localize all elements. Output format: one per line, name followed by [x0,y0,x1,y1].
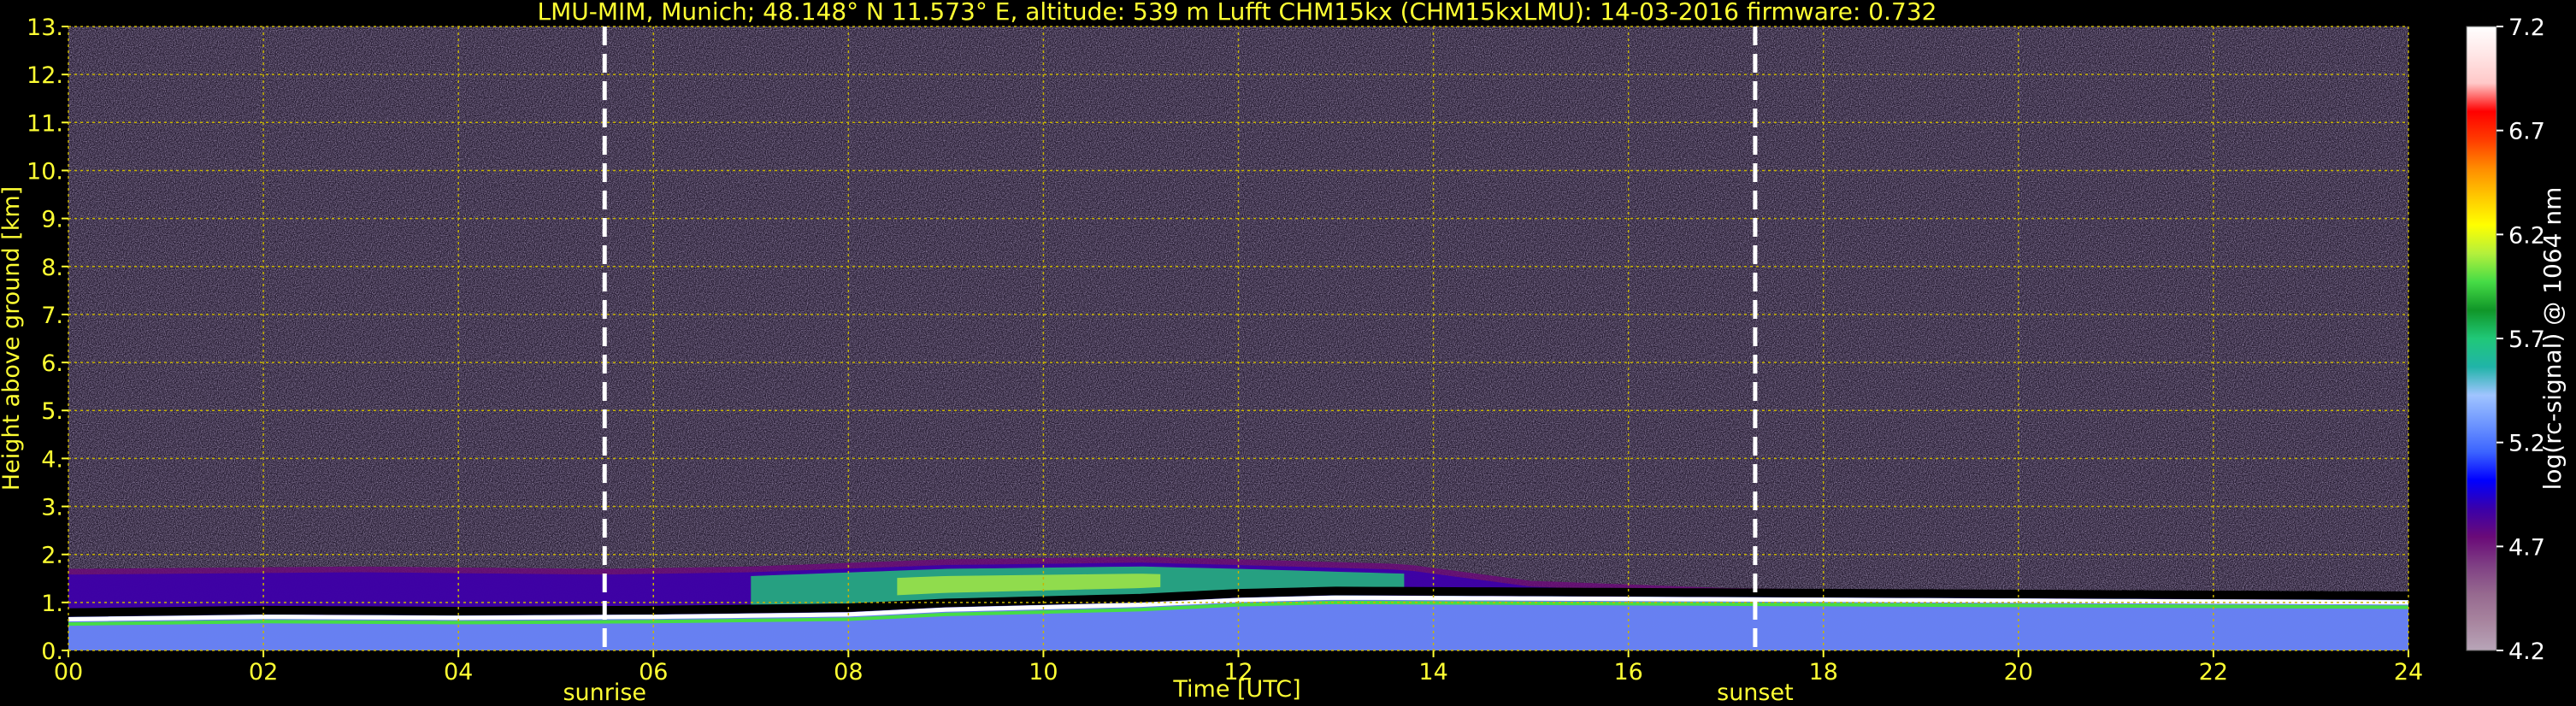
y-tick-label: 9. [41,207,63,233]
x-tick-label: 16 [1613,659,1642,685]
y-axis-label: Height above ground [km] [0,186,25,491]
x-tick-label: 18 [1809,659,1838,685]
x-tick-label: 14 [1418,659,1447,685]
x-tick-label: 24 [2394,659,2423,685]
y-tick-label: 6. [41,350,63,377]
y-tick-label: 5. [41,398,63,425]
x-tick-label: 10 [1029,659,1058,685]
y-tick-label: 11. [27,110,63,137]
ceilometer-chart: sunrise sunset 00 02 04 06 08 10 12 14 16 18 20 22 24… [0,0,2567,706]
x-tick-label: 02 [249,659,278,685]
colorbar-tick-label: 7.2 [2508,15,2545,41]
y-tick-label: 3. [41,495,63,521]
colorbar: 4.24.75.25.76.26.77.2 log(rc-signal) @ 1… [2466,15,2567,665]
x-tick-label: 08 [834,659,863,685]
x-axis-label: Time [UTC] [1172,676,1300,703]
colorbar-tick-label: 4.2 [2508,638,2545,665]
y-tick-label: 7. [41,303,63,329]
y-tick-label: 1. [41,591,63,617]
x-tick-label: 22 [2199,659,2228,685]
y-tick-label: 13. [27,15,63,41]
colorbar-tick-label: 6.7 [2508,119,2545,145]
sunrise-label: sunrise [563,680,646,706]
colorbar-scale [2466,26,2497,651]
y-tick-label: 0. [41,638,63,665]
y-tick-labels: 0. 1. 2. 3. 4. 5. 6. 7. 8. 9. 10. 11. 12. 13. [27,15,68,665]
y-tick-label: 12. [27,62,63,89]
sunset-label: sunset [1717,680,1794,706]
colorbar-tick-label: 4.7 [2508,534,2545,561]
x-tick-label: 06 [639,659,668,685]
y-tick-label: 8. [41,255,63,281]
x-tick-label: 20 [2004,659,2033,685]
y-tick-label: 10. [27,158,63,185]
y-tick-label: 2. [41,543,63,569]
chart-title: LMU-MIM, Munich; 48.148° N 11.573° E, al… [538,0,1937,26]
colorbar-label: log(rc-signal) @ 1064 nm [2538,187,2567,491]
y-tick-label: 4. [41,446,63,473]
x-tick-label: 04 [444,659,473,685]
